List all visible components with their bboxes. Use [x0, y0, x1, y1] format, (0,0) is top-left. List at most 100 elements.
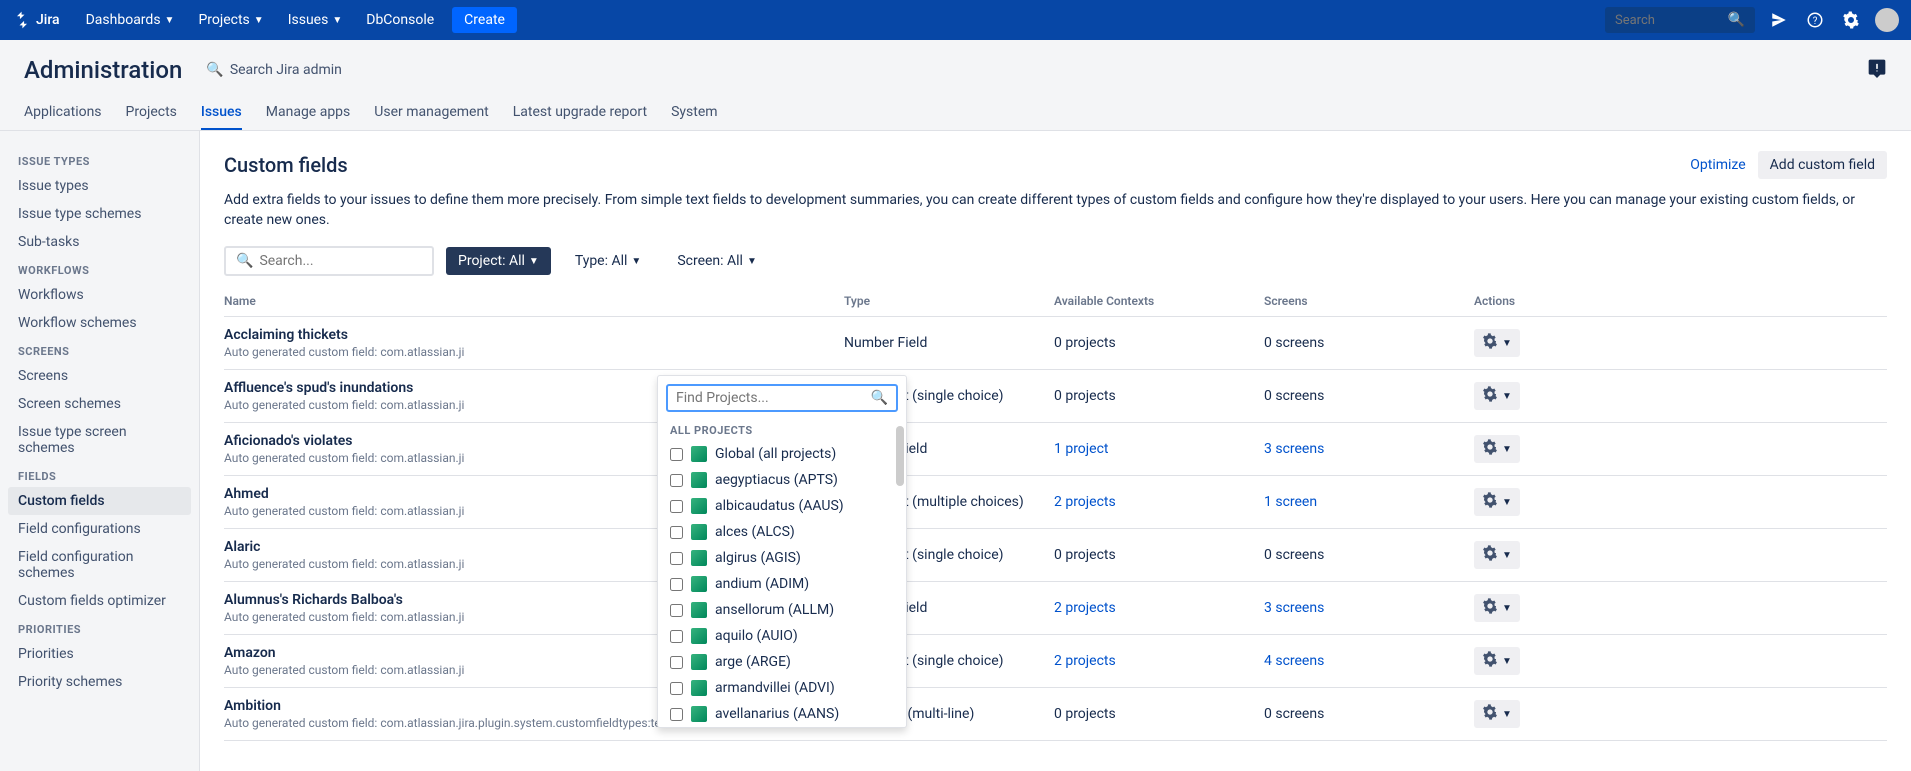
nav-item-dashboards[interactable]: Dashboards▼ — [76, 6, 185, 34]
project-option[interactable]: ansellorum (ALLM) — [658, 597, 906, 623]
field-screens[interactable]: 4 screens — [1264, 653, 1474, 669]
field-screens[interactable]: 3 screens — [1264, 441, 1474, 457]
field-contexts[interactable]: 2 projects — [1054, 600, 1264, 616]
sidebar-item-issue-types[interactable]: Issue types — [8, 172, 191, 200]
field-contexts[interactable]: 1 project — [1054, 441, 1264, 457]
sidebar-item-screens[interactable]: Screens — [8, 362, 191, 390]
field-screens: 0 screens — [1264, 706, 1474, 722]
add-custom-field-button[interactable]: Add custom field — [1758, 151, 1887, 179]
sidebar-item-priority-schemes[interactable]: Priority schemes — [8, 668, 191, 696]
scrollbar[interactable] — [896, 426, 904, 486]
global-search-input[interactable] — [1615, 13, 1722, 28]
project-search-field[interactable]: 🔍 — [666, 384, 898, 412]
sidebar-item-workflow-schemes[interactable]: Workflow schemes — [8, 309, 191, 337]
create-button[interactable]: Create — [452, 7, 517, 33]
row-actions-button[interactable]: ▼ — [1474, 329, 1520, 357]
project-option[interactable]: algirus (AGIS) — [658, 545, 906, 571]
sidebar-item-sub-tasks[interactable]: Sub-tasks — [8, 228, 191, 256]
project-option[interactable]: armandvillei (ADVI) — [658, 675, 906, 701]
row-actions-button[interactable]: ▼ — [1474, 647, 1520, 675]
optimize-link[interactable]: Optimize — [1690, 157, 1745, 173]
screen-filter[interactable]: Screen: All ▼ — [665, 247, 769, 275]
row-actions-button[interactable]: ▼ — [1474, 488, 1520, 516]
admin-search[interactable]: 🔍 Search Jira admin — [206, 62, 342, 78]
sidebar-item-screen-schemes[interactable]: Screen schemes — [8, 390, 191, 418]
project-checkbox[interactable] — [670, 552, 683, 565]
sidebar-item-issue-type-screen-schemes[interactable]: Issue type screen schemes — [8, 418, 191, 462]
project-checkbox[interactable] — [670, 708, 683, 721]
search-icon: 🔍 — [236, 253, 253, 269]
field-search[interactable]: 🔍 — [224, 246, 434, 276]
global-search[interactable]: 🔍 — [1605, 7, 1755, 33]
project-option[interactable]: aegyptiacus (APTS) — [658, 467, 906, 493]
nav-item-projects[interactable]: Projects▼ — [188, 6, 273, 34]
project-option[interactable]: andium (ADIM) — [658, 571, 906, 597]
sidebar-item-issue-type-schemes[interactable]: Issue type schemes — [8, 200, 191, 228]
project-checkbox[interactable] — [670, 656, 683, 669]
nav-item-issues[interactable]: Issues▼ — [278, 6, 353, 34]
notifications-icon[interactable] — [1767, 8, 1791, 32]
sidebar-item-priorities[interactable]: Priorities — [8, 640, 191, 668]
row-actions-button[interactable]: ▼ — [1474, 594, 1520, 622]
jira-logo[interactable]: Jira — [12, 10, 60, 30]
svg-text:?: ? — [1813, 16, 1818, 27]
field-screens[interactable]: 1 screen — [1264, 494, 1474, 510]
project-checkbox[interactable] — [670, 526, 683, 539]
project-checkbox[interactable] — [670, 500, 683, 513]
chevron-down-icon: ▼ — [747, 256, 757, 267]
sidebar-heading: ISSUE TYPES — [8, 147, 191, 172]
tab-user-management[interactable]: User management — [374, 96, 488, 130]
project-checkbox[interactable] — [670, 578, 683, 591]
project-option[interactable]: avellanarius (AANS) — [658, 701, 906, 727]
chevron-down-icon: ▼ — [631, 256, 641, 267]
tab-manage-apps[interactable]: Manage apps — [266, 96, 351, 130]
tab-issues[interactable]: Issues — [201, 96, 242, 130]
tab-system[interactable]: System — [671, 96, 717, 130]
field-contexts[interactable]: 2 projects — [1054, 653, 1264, 669]
project-option[interactable]: Global (all projects) — [658, 441, 906, 467]
project-checkbox[interactable] — [670, 448, 683, 461]
help-icon[interactable]: ? — [1803, 8, 1827, 32]
sidebar-item-custom-fields-optimizer[interactable]: Custom fields optimizer — [8, 587, 191, 615]
project-option[interactable]: alces (ALCS) — [658, 519, 906, 545]
type-filter[interactable]: Type: All ▼ — [563, 247, 653, 275]
user-avatar[interactable] — [1875, 8, 1899, 32]
chevron-down-icon: ▼ — [1502, 338, 1512, 349]
sidebar-item-field-configuration-schemes[interactable]: Field configuration schemes — [8, 543, 191, 587]
project-checkbox[interactable] — [670, 604, 683, 617]
project-checkbox[interactable] — [670, 630, 683, 643]
project-label: aegyptiacus (APTS) — [715, 472, 838, 488]
project-checkbox[interactable] — [670, 474, 683, 487]
sidebar-item-custom-fields[interactable]: Custom fields — [8, 487, 191, 515]
chevron-down-icon: ▼ — [332, 15, 342, 26]
field-search-input[interactable] — [259, 253, 422, 269]
tab-latest-upgrade-report[interactable]: Latest upgrade report — [513, 96, 647, 130]
project-option[interactable]: aquilo (AUIO) — [658, 623, 906, 649]
field-contexts: 0 projects — [1054, 335, 1264, 351]
project-search-input[interactable] — [676, 390, 871, 406]
row-actions-button[interactable]: ▼ — [1474, 435, 1520, 463]
project-label: aquilo (AUIO) — [715, 628, 798, 644]
field-screens[interactable]: 3 screens — [1264, 600, 1474, 616]
project-icon — [691, 680, 707, 696]
row-actions-button[interactable]: ▼ — [1474, 541, 1520, 569]
project-icon — [691, 472, 707, 488]
row-actions-button[interactable]: ▼ — [1474, 700, 1520, 728]
settings-icon[interactable] — [1839, 8, 1863, 32]
field-contexts[interactable]: 2 projects — [1054, 494, 1264, 510]
sidebar-item-workflows[interactable]: Workflows — [8, 281, 191, 309]
project-checkbox[interactable] — [670, 682, 683, 695]
feedback-icon[interactable] — [1867, 58, 1887, 82]
sidebar-item-field-configurations[interactable]: Field configurations — [8, 515, 191, 543]
sidebar-heading: FIELDS — [8, 462, 191, 487]
row-actions-button[interactable]: ▼ — [1474, 382, 1520, 410]
project-option[interactable]: arge (ARGE) — [658, 649, 906, 675]
project-icon — [691, 524, 707, 540]
tab-applications[interactable]: Applications — [24, 96, 102, 130]
chevron-down-icon: ▼ — [1502, 550, 1512, 561]
tab-projects[interactable]: Projects — [126, 96, 177, 130]
project-option[interactable]: albicaudatus (AAUS) — [658, 493, 906, 519]
project-filter[interactable]: Project: All ▼ — [446, 247, 551, 275]
nav-item-dbconsole[interactable]: DbConsole — [356, 6, 444, 34]
search-icon: 🔍 — [871, 390, 888, 406]
